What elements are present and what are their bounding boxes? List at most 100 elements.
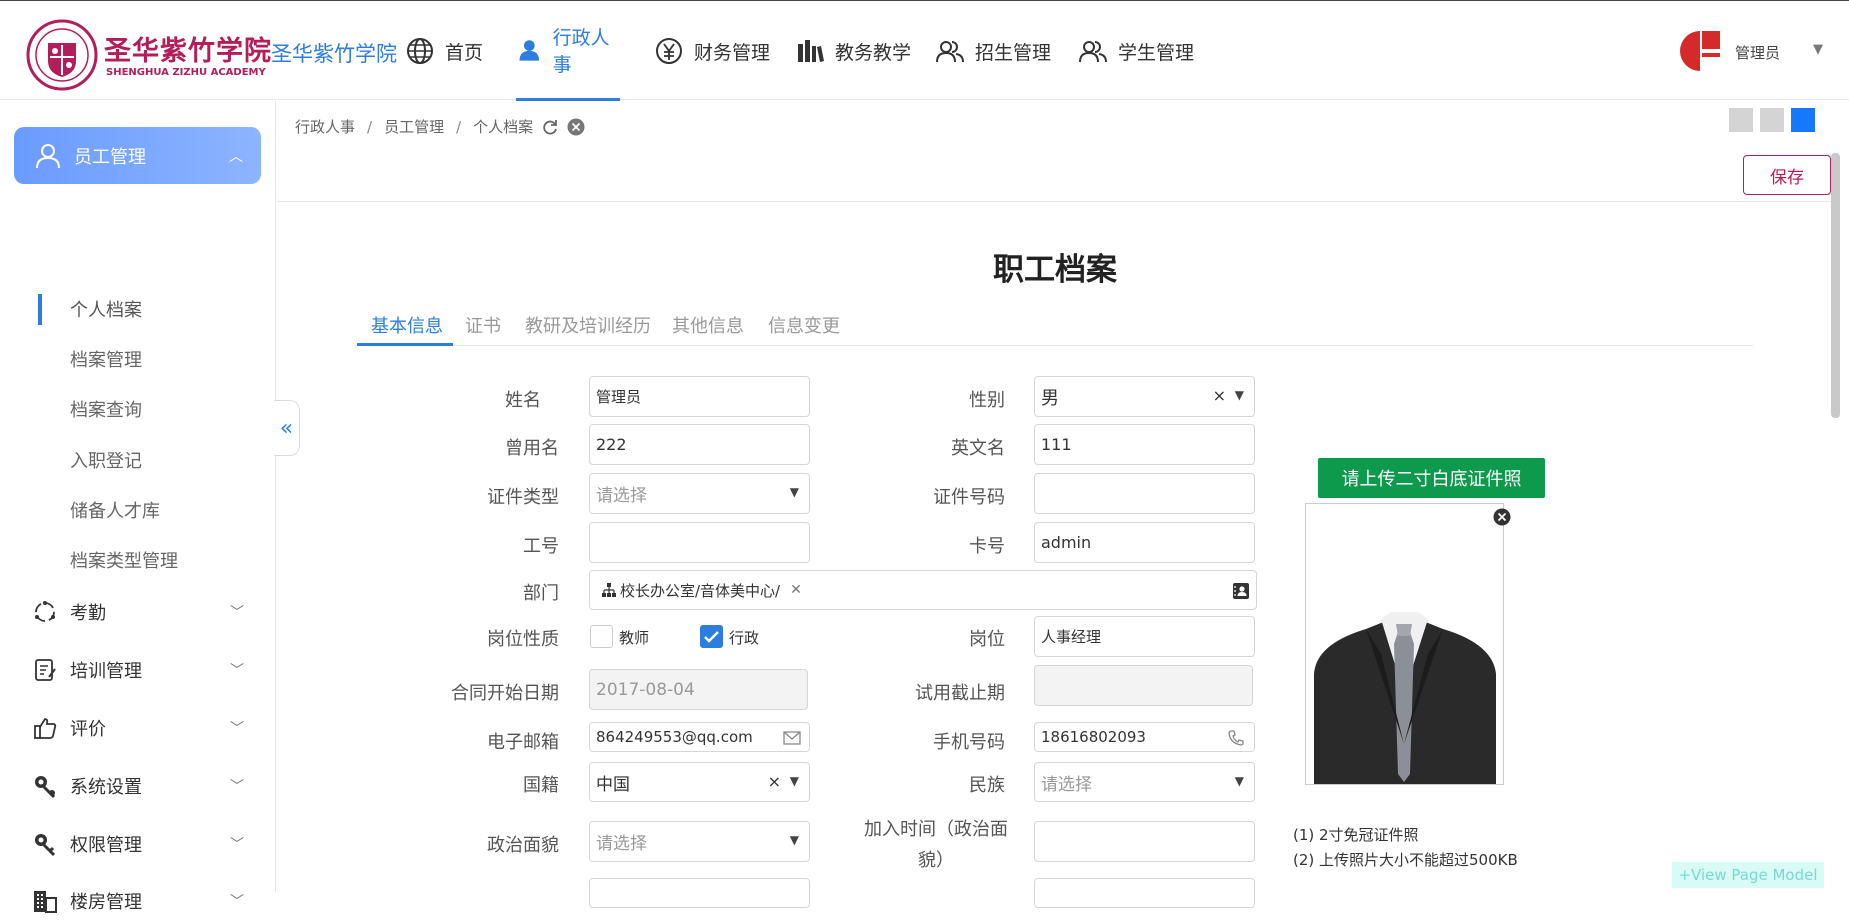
chevron-down-icon: ﹀ <box>230 779 244 795</box>
name-input[interactable]: 管理员 <box>589 376 810 417</box>
sidebar-item-buildings[interactable]: 楼房管理 ﹀ <box>32 881 252 921</box>
layout-switch-3[interactable] <box>1791 108 1815 132</box>
save-button[interactable]: 保存 <box>1743 155 1831 195</box>
layout-switch-2[interactable] <box>1760 108 1784 132</box>
sidebar-item-system-settings[interactable]: 系统设置 ﹀ <box>32 766 252 806</box>
contract-start-label: 合同开始日期 <box>451 683 559 704</box>
contract-start-date[interactable]: 2017-08-04 <box>589 669 808 710</box>
nav-admissions[interactable]: 招生管理 <box>935 1 1051 101</box>
chevron-down-icon: ﹀ <box>230 605 244 621</box>
tab-basic-info[interactable]: 基本信息 <box>371 312 443 338</box>
id-number-label: 证件号码 <box>933 487 1005 508</box>
caret-down-icon: ▼ <box>789 774 799 788</box>
staff-no-input[interactable] <box>589 522 810 563</box>
id-type-placeholder: 请选择 <box>596 486 647 506</box>
breadcrumb-item-staff[interactable]: 员工管理 <box>384 116 444 137</box>
ethnicity-select[interactable]: 请选择 ▼ <box>1034 762 1255 802</box>
checkbox-admin-label: 行政 <box>729 629 760 647</box>
department-input[interactable]: 校长办公室/音体美中心/ ✕ <box>589 570 1257 610</box>
former-name-input[interactable]: 222 <box>589 424 810 465</box>
clear-icon[interactable]: × <box>768 772 781 791</box>
sidebar-item-label: 权限管理 <box>70 835 142 856</box>
sidebar-item-personal-file[interactable]: 个人档案 <box>70 296 142 322</box>
english-name-input[interactable]: 111 <box>1034 424 1255 465</box>
top-navbar: 圣华紫竹学院 SHENGHUA ZIZHU ACADEMY 圣华紫竹学院 首页 … <box>0 0 1849 101</box>
probation-end-date[interactable] <box>1034 665 1253 706</box>
nav-home[interactable]: 首页 <box>405 1 483 101</box>
clear-icon[interactable]: × <box>1213 386 1226 405</box>
suit-photo-image <box>1306 504 1503 784</box>
checkbox-teacher[interactable] <box>590 625 613 648</box>
sidebar-item-permissions[interactable]: 权限管理 ﹀ <box>32 824 252 864</box>
sidebar-item-file-types[interactable]: 档案类型管理 <box>70 547 178 573</box>
sidebar-item-training[interactable]: 培训管理 ﹀ <box>32 650 252 690</box>
phone-icon <box>1228 730 1244 746</box>
sidebar-item-label: 培训管理 <box>70 661 142 682</box>
ethnicity-placeholder: 请选择 <box>1041 774 1092 795</box>
tab-research-training[interactable]: 教研及培训经历 <box>525 312 651 338</box>
chevron-down-icon: ﹀ <box>230 837 244 853</box>
political-status-label: 政治面貌 <box>487 835 559 856</box>
logo-text-cn: 圣华紫竹学院 <box>104 36 272 67</box>
school-logo[interactable]: 圣华紫竹学院 SHENGHUA ZIZHU ACADEMY <box>26 15 271 91</box>
refresh-icon[interactable] <box>541 118 559 136</box>
checkbox-admin[interactable] <box>700 625 723 648</box>
position-input[interactable]: 人事经理 <box>1034 616 1255 657</box>
sidebar-item-label: 评价 <box>70 719 106 740</box>
phone-value: 18616802093 <box>1041 728 1146 746</box>
sidebar-item-label: 考勤 <box>70 603 106 624</box>
upload-photo-button[interactable]: 请上传二寸白底证件照 <box>1318 458 1545 498</box>
view-page-model-button[interactable]: +View Page Model <box>1672 862 1824 888</box>
layout-switch-1[interactable] <box>1729 108 1753 132</box>
user-menu[interactable]: 管理员 ▼ <box>1678 29 1828 75</box>
tab-other-info[interactable]: 其他信息 <box>672 312 744 338</box>
card-no-input[interactable]: admin <box>1034 522 1255 563</box>
collapse-sidebar-button[interactable]: « <box>274 400 300 456</box>
yen-icon <box>656 38 682 64</box>
tab-certificates[interactable]: 证书 <box>465 312 501 338</box>
users-icon <box>1079 41 1107 63</box>
email-label: 电子邮箱 <box>487 732 559 753</box>
id-number-input[interactable] <box>1034 473 1255 514</box>
political-status-select[interactable]: 请选择 ▼ <box>589 821 810 862</box>
site-name[interactable]: 圣华紫竹学院 <box>271 38 397 68</box>
nav-students[interactable]: 学生管理 <box>1078 1 1194 101</box>
sidebar-item-file-management[interactable]: 档案管理 <box>70 346 142 372</box>
nav-academic[interactable]: 教务教学 <box>795 1 911 101</box>
scrollbar[interactable] <box>1831 153 1840 418</box>
breadcrumb-item-hr[interactable]: 行政人事 <box>295 116 355 137</box>
id-type-select[interactable]: 请选择 ▼ <box>589 473 810 514</box>
sidebar-item-attendance[interactable]: 考勤 ﹀ <box>32 592 252 632</box>
join-time-input[interactable] <box>1034 821 1255 862</box>
close-tab-icon[interactable] <box>567 118 585 136</box>
sidebar-item-file-query[interactable]: 档案查询 <box>70 396 142 422</box>
sidebar-item-talent-pool[interactable]: 储备人才库 <box>70 497 160 523</box>
sidebar-item-onboarding[interactable]: 入职登记 <box>70 447 142 473</box>
tab-info-changes[interactable]: 信息变更 <box>768 312 840 338</box>
nationality-select[interactable]: 中国 × ▼ <box>589 762 810 802</box>
email-input[interactable]: 864249553@qq.com <box>589 722 810 752</box>
next-row-field-2[interactable] <box>1034 878 1255 908</box>
training-icon <box>35 659 56 681</box>
globe-icon <box>407 38 433 64</box>
tab-bar: 基本信息 证书 教研及培训经历 其他信息 信息变更 <box>357 300 1753 346</box>
remove-tag-icon[interactable]: ✕ <box>790 582 802 598</box>
remove-photo-icon[interactable] <box>1493 508 1511 526</box>
id-photo[interactable] <box>1305 503 1504 785</box>
chevron-down-icon: ﹀ <box>230 663 244 679</box>
chevron-up-icon: ︿ <box>229 149 243 165</box>
user-outline-icon <box>36 143 60 168</box>
school-emblem-icon <box>26 19 98 91</box>
sidebar-item-evaluation[interactable]: 评价 ﹀ <box>32 708 252 748</box>
contact-picker-icon[interactable] <box>1232 582 1250 600</box>
sidebar-group-staff[interactable]: 员工管理 ︿ <box>14 127 261 184</box>
caret-down-icon: ▼ <box>1234 774 1244 788</box>
phone-input[interactable]: 18616802093 <box>1034 722 1255 752</box>
nav-finance-label: 财务管理 <box>694 41 771 64</box>
photo-note-1: (1) 2寸免冠证件照 <box>1293 826 1419 844</box>
gender-select[interactable]: 男 × ▼ <box>1034 376 1255 417</box>
nav-finance[interactable]: 财务管理 <box>654 1 770 101</box>
divider <box>277 201 1832 202</box>
nav-hr[interactable]: 行政人事 <box>516 1 620 101</box>
next-row-field-1[interactable] <box>589 878 810 908</box>
